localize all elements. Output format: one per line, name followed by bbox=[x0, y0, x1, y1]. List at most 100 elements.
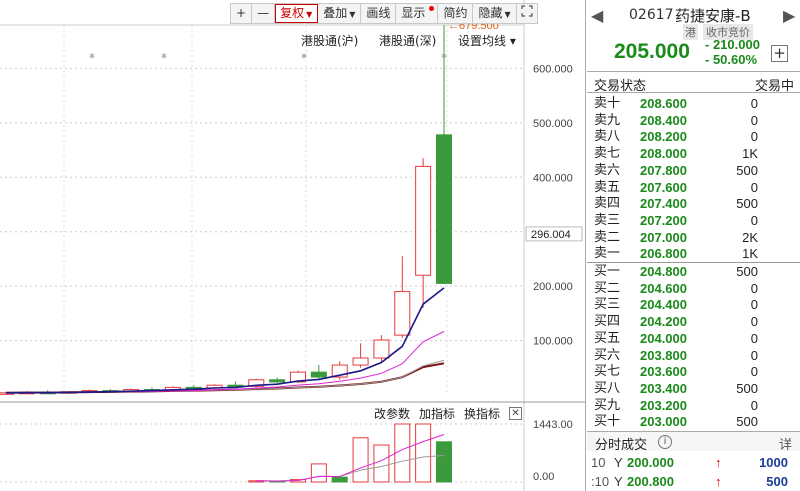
trade-row: :10 Y 200.800 ↑ 500 bbox=[587, 474, 800, 491]
level-volume: 0 bbox=[750, 112, 758, 128]
level-label: 买六 bbox=[594, 347, 621, 363]
bid-row[interactable]: 买十 203.000 500 bbox=[587, 414, 800, 431]
level-label: 卖六 bbox=[594, 162, 621, 178]
level-label: 买四 bbox=[594, 314, 621, 330]
trade-time: 10 bbox=[591, 455, 606, 470]
volume-bar bbox=[331, 476, 348, 483]
fuquan-dropdown[interactable]: 复权 ▼ bbox=[275, 4, 319, 23]
level-label: 卖五 bbox=[594, 179, 621, 195]
bid-row[interactable]: 买五 204.000 0 bbox=[587, 331, 800, 348]
ask-row[interactable]: 卖十 208.600 0 bbox=[587, 96, 800, 113]
level-price: 207.200 bbox=[640, 212, 687, 228]
market-tag: 港 bbox=[683, 24, 698, 40]
bid-row[interactable]: 买一 204.800 500 bbox=[587, 264, 800, 281]
ask-row[interactable]: 卖二 207.000 2K bbox=[587, 230, 800, 247]
candle-body bbox=[373, 339, 390, 359]
bid-row[interactable]: 买四 204.200 0 bbox=[587, 314, 800, 331]
level-price: 203.000 bbox=[640, 414, 687, 430]
hk-connect-sh-link[interactable]: 港股通(沪) bbox=[301, 32, 358, 49]
next-stock-icon[interactable]: ▶ bbox=[783, 6, 795, 25]
trade-flag: Y bbox=[614, 455, 623, 470]
price-tick-label: 400.000 bbox=[533, 172, 573, 184]
event-star-icon: * bbox=[161, 51, 167, 65]
ask-row[interactable]: 卖三 207.200 0 bbox=[587, 213, 800, 230]
trade-arrow-icon: ↑ bbox=[715, 455, 722, 470]
level-price: 203.400 bbox=[640, 380, 687, 396]
trade-row: 10 Y 200.000 ↑ 1000 bbox=[587, 455, 800, 472]
level-price: 208.400 bbox=[640, 112, 687, 128]
prev-stock-icon[interactable]: ◀ bbox=[591, 6, 603, 25]
add-watchlist-button[interactable]: + bbox=[771, 45, 788, 62]
dropdown-arrow-icon: ▼ bbox=[504, 10, 511, 19]
level-price: 207.000 bbox=[640, 229, 687, 245]
hk-connect-sz-link[interactable]: 港股通(深) bbox=[379, 32, 436, 49]
level-price: 204.000 bbox=[640, 330, 687, 346]
ask-row[interactable]: 卖八 208.200 0 bbox=[587, 129, 800, 146]
indicator-toolbar: 改参数 加指标 换指标 ✕ bbox=[374, 405, 523, 422]
event-star-icon: * bbox=[301, 51, 307, 65]
level-price: 203.200 bbox=[640, 397, 687, 413]
volume-bar bbox=[352, 437, 369, 483]
level-price: 208.000 bbox=[640, 146, 687, 162]
level-volume: 0 bbox=[750, 297, 758, 313]
zoom-out-button[interactable]: — bbox=[252, 4, 276, 23]
ma-settings-dropdown[interactable]: 设置均线 ▾ bbox=[458, 32, 516, 49]
draw-line-button[interactable]: 画线 bbox=[361, 4, 397, 23]
zoom-in-button[interactable]: + bbox=[231, 4, 253, 23]
ask-row[interactable]: 卖七 208.000 1K bbox=[587, 146, 800, 163]
level-volume: 0 bbox=[750, 212, 758, 228]
volume-bar bbox=[310, 463, 327, 483]
ask-row[interactable]: 卖六 207.800 500 bbox=[587, 163, 800, 180]
level-price: 208.200 bbox=[640, 129, 687, 145]
level-volume: 0 bbox=[750, 330, 758, 346]
close-indicator-icon[interactable]: ✕ bbox=[509, 407, 523, 420]
bid-row[interactable]: 买七 203.600 0 bbox=[587, 364, 800, 381]
bid-row[interactable]: 买三 204.400 0 bbox=[587, 297, 800, 314]
level-volume: 1K bbox=[742, 146, 758, 162]
hide-dropdown[interactable]: 隐藏 ▼ bbox=[473, 4, 517, 23]
stock-name: 药捷安康-B bbox=[675, 7, 751, 25]
bid-row[interactable]: 买九 203.200 0 bbox=[587, 398, 800, 415]
edit-params-button[interactable]: 改参数 bbox=[374, 405, 410, 422]
level-label: 卖一 bbox=[594, 246, 621, 262]
time-sales-label: 分时成交 bbox=[595, 438, 648, 453]
ask-row[interactable]: 卖九 208.400 0 bbox=[587, 113, 800, 130]
current-price-label: 296.004 bbox=[531, 229, 571, 241]
level-volume: 500 bbox=[736, 414, 758, 430]
display-label: 显示 bbox=[401, 6, 426, 20]
volume-bar bbox=[373, 444, 390, 483]
volume-tick-label: 0.00 bbox=[533, 471, 554, 483]
bid-row[interactable]: 买二 204.600 0 bbox=[587, 281, 800, 298]
swap-indicator-button[interactable]: 换指标 bbox=[464, 405, 500, 422]
bid-row[interactable]: 买八 203.400 500 bbox=[587, 381, 800, 398]
ask-row[interactable]: 卖四 207.400 500 bbox=[587, 196, 800, 213]
kline-chart-area[interactable]: 600.000500.000400.000300.000200.000100.0… bbox=[0, 0, 586, 491]
volume-tick-label: 1443.00 bbox=[533, 419, 573, 431]
expand-icon[interactable] bbox=[517, 4, 537, 23]
fuquan-label: 复权 bbox=[280, 6, 305, 20]
level-volume: 0 bbox=[750, 129, 758, 145]
add-indicator-button[interactable]: 加指标 bbox=[419, 405, 455, 422]
level-label: 卖二 bbox=[594, 229, 621, 245]
ask-row[interactable]: 卖一 206.800 1K bbox=[587, 246, 800, 263]
price-change: - 210.000 bbox=[705, 37, 760, 52]
info-icon[interactable]: i bbox=[658, 435, 672, 449]
candle-body bbox=[269, 379, 286, 383]
candle-body bbox=[435, 134, 453, 284]
detail-link[interactable]: 详 bbox=[779, 434, 792, 453]
trade-status-value: 交易中 bbox=[754, 79, 794, 94]
ask-row[interactable]: 卖五 207.600 0 bbox=[587, 180, 800, 197]
time-sales-header: 分时成交 i 详 bbox=[587, 431, 800, 453]
bid-row[interactable]: 买六 203.800 0 bbox=[587, 348, 800, 365]
level-volume: 0 bbox=[750, 364, 758, 380]
trade-flag: Y bbox=[614, 474, 623, 489]
display-button[interactable]: 显示 bbox=[396, 4, 439, 23]
overlay-dropdown[interactable]: 叠加 ▼ bbox=[318, 4, 362, 23]
candle-body bbox=[394, 291, 411, 336]
level-price: 207.400 bbox=[640, 196, 687, 212]
trade-price: 200.800 bbox=[627, 474, 674, 489]
simple-mode-button[interactable]: 简约 bbox=[438, 4, 474, 23]
level-label: 卖四 bbox=[594, 196, 621, 212]
level-volume: 500 bbox=[736, 264, 758, 279]
level-label: 买九 bbox=[594, 397, 621, 413]
